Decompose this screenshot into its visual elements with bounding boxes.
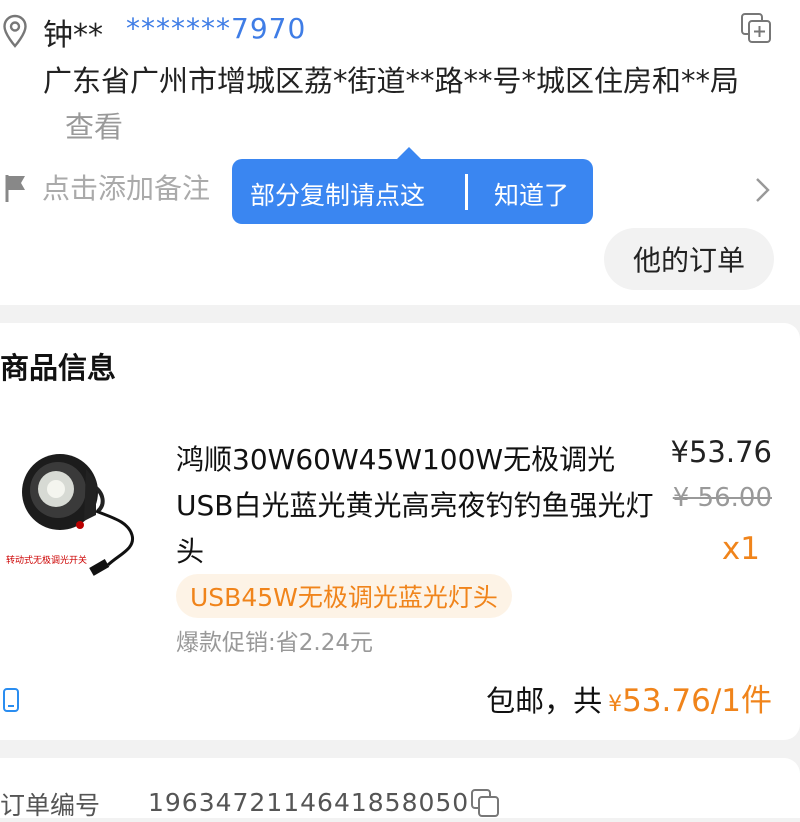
goods-info-card: 商品信息 转动式无极调光开关 鸿顺30W60W45W100W无极调光USB白光蓝… xyxy=(0,323,800,740)
address-card: 钟** *******7970 广东省广州市增城区荔*街道**路**号*城区住房… xyxy=(0,0,800,305)
copy-tip-tooltip: 部分复制请点这 知道了 xyxy=(232,147,593,224)
recipient-phone[interactable]: *******7970 xyxy=(126,12,306,45)
product-price: ¥53.76 xyxy=(670,435,772,469)
view-address-link[interactable]: 查看 xyxy=(65,110,123,144)
order-number: 1963472114641858050 xyxy=(148,788,470,817)
order-number-label: 订单编号 xyxy=(0,791,101,820)
thumbnail-caption: 转动式无极调光开关 xyxy=(6,554,87,566)
quantity: x1 xyxy=(721,531,760,567)
address-line: 广东省广州市增城区荔*街道**路**号*城区住房和**局 xyxy=(43,64,740,98)
order-info-card: 订单编号 1963472114641858050 xyxy=(0,758,800,820)
copy-icon[interactable] xyxy=(470,788,500,818)
original-price: ¥ 56.00 xyxy=(672,483,772,513)
tooltip-divider xyxy=(465,174,468,210)
got-it-button[interactable]: 知道了 xyxy=(494,176,569,212)
order-total: 包邮，共 ¥ 53.76/1件 xyxy=(486,675,772,720)
chevron-right-icon[interactable] xyxy=(752,176,772,204)
mobile-device-icon xyxy=(3,688,19,712)
promo-text: 爆款促销:省2.24元 xyxy=(176,630,373,656)
flag-icon xyxy=(5,175,25,202)
total-currency: ¥ xyxy=(608,692,623,717)
address-text: 广东省广州市增城区荔*街道**路**号*城区住房和**局查看 xyxy=(43,58,773,150)
sku-tag: USB45W无极调光蓝光灯头 xyxy=(176,574,512,618)
total-amount: 53.76/1件 xyxy=(622,683,772,719)
copy-icon[interactable] xyxy=(740,12,772,44)
location-pin-icon xyxy=(3,14,27,48)
section-title: 商品信息 xyxy=(0,351,117,385)
recipient-name: 钟** xyxy=(43,18,103,53)
his-orders-button[interactable]: 他的订单 xyxy=(604,228,774,290)
add-note-button[interactable]: 点击添加备注 xyxy=(42,167,210,207)
total-label: 包邮，共 xyxy=(486,684,603,718)
product-thumbnail[interactable]: 转动式无极调光开关 xyxy=(0,435,150,585)
partial-copy-hint[interactable]: 部分复制请点这 xyxy=(250,176,425,212)
product-title[interactable]: 鸿顺30W60W45W100W无极调光USB白光蓝光黄光高亮夜钓钓鱼强光灯头 xyxy=(176,437,654,575)
